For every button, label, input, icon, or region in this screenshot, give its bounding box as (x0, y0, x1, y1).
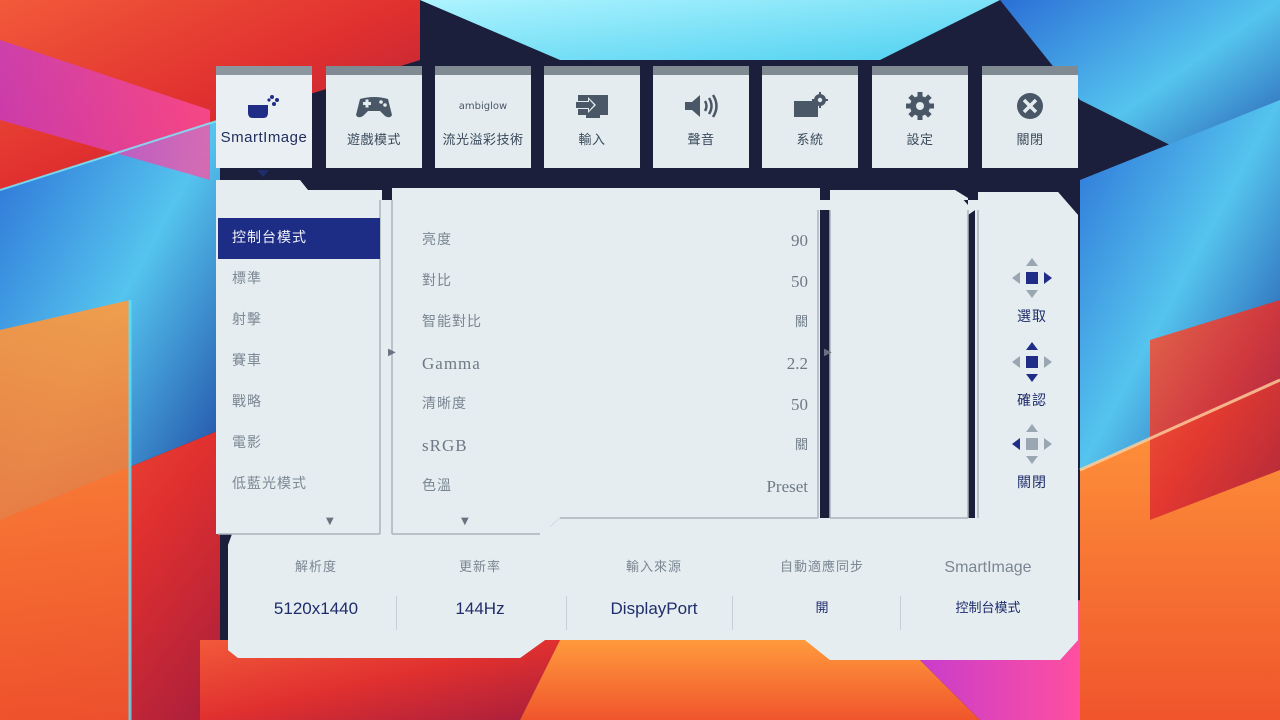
dpad-select-icon (1012, 258, 1052, 298)
info-value: 控制台模式 (955, 601, 1021, 616)
active-tab-indicator (257, 170, 269, 177)
system-icon (790, 89, 830, 123)
info-refresh-rate: 更新率 144Hz (396, 548, 564, 630)
setting-value: 2.2 (786, 354, 808, 373)
nav-confirm: 確認 (1002, 340, 1062, 410)
mode-item-standard[interactable]: 標準 (218, 259, 380, 300)
ambiglow-icon: ambiglow (448, 89, 518, 123)
nav-select-label: 選取 (1017, 309, 1047, 325)
mode-item-movie[interactable]: 電影 (218, 423, 380, 464)
setting-value: 90 (791, 231, 808, 250)
smartimage-icon (244, 89, 284, 123)
info-value: 開 (815, 601, 829, 616)
tab-label: SmartImage (220, 129, 308, 146)
gamepad-icon (354, 89, 394, 123)
info-label: 輸入來源 (625, 560, 682, 575)
mid-list-scroll-down-icon[interactable]: ▼ (461, 516, 469, 527)
info-label: 解析度 (294, 560, 337, 575)
mode-item-lowblue[interactable]: 低藍光模式 (218, 464, 380, 505)
setting-label: 亮度 (422, 232, 452, 248)
setting-label: 智能對比 (422, 314, 482, 330)
setting-row-srgb[interactable]: sRGB 關 (408, 425, 808, 466)
mid-to-right-arrow-icon: ▶ (824, 347, 832, 358)
tab-close[interactable]: 關閉 (982, 66, 1078, 168)
setting-label: 色溫 (422, 478, 452, 494)
smartimage-mode-list: 控制台模式 標準 射擊 賽車 戰略 電影 低藍光模式 (218, 218, 380, 534)
info-adaptive-sync: 自動適應同步 開 (738, 548, 906, 630)
setting-label: Gamma (422, 354, 481, 373)
info-divider (900, 596, 901, 630)
tab-smartimage[interactable]: SmartImage (216, 66, 312, 168)
nav-close-label: 關閉 (1017, 475, 1047, 491)
tab-system[interactable]: 系統 (762, 66, 858, 168)
info-value: DisplayPort (610, 599, 698, 618)
setting-label: 對比 (422, 273, 452, 289)
setting-value: Preset (766, 477, 808, 496)
picture-settings-list: 亮度 90 對比 50 智能對比 關 Gamma 2.2 清晰度 50 sRGB… (408, 220, 808, 507)
tab-game-mode[interactable]: 遊戲模式 (326, 66, 422, 168)
dpad-confirm-icon (1012, 342, 1052, 382)
setting-label: 清晰度 (422, 396, 467, 412)
info-resolution: 解析度 5120x1440 (232, 548, 400, 630)
tab-audio[interactable]: 聲音 (653, 66, 749, 168)
tab-input[interactable]: 輸入 (544, 66, 640, 168)
setting-row-contrast[interactable]: 對比 50 (408, 261, 808, 302)
info-label: 更新率 (458, 560, 501, 575)
info-smartimage: SmartImage 控制台模式 (904, 548, 1072, 630)
tab-label: 設定 (906, 133, 934, 148)
left-to-mid-arrow-icon: ▶ (388, 347, 396, 358)
mode-item-fps[interactable]: 射擊 (218, 300, 380, 341)
info-divider (566, 596, 567, 630)
mode-item-rts[interactable]: 戰略 (218, 382, 380, 423)
speaker-icon (681, 89, 721, 123)
tab-settings[interactable]: 設定 (872, 66, 968, 168)
tab-label: 遊戲模式 (346, 133, 401, 148)
setting-value: 關 (794, 315, 808, 330)
info-input-source: 輸入來源 DisplayPort (570, 548, 738, 630)
setting-row-smart-contrast[interactable]: 智能對比 關 (408, 302, 808, 343)
setting-row-gamma[interactable]: Gamma 2.2 (408, 343, 808, 384)
mode-item-console[interactable]: 控制台模式 (218, 218, 380, 259)
dpad-close-icon (1012, 424, 1052, 464)
setting-row-brightness[interactable]: 亮度 90 (408, 220, 808, 261)
setting-value: 關 (794, 438, 808, 453)
setting-value: 50 (791, 272, 808, 291)
setting-row-sharpness[interactable]: 清晰度 50 (408, 384, 808, 425)
info-value: 5120x1440 (273, 599, 359, 618)
ambiglow-logo: ambiglow (458, 100, 508, 112)
tab-label: 關閉 (1016, 133, 1044, 148)
tab-ambiglow[interactable]: ambiglow 流光溢彩技術 (435, 66, 531, 168)
tab-label: 流光溢彩技術 (442, 133, 524, 148)
left-list-scroll-down-icon[interactable]: ▼ (326, 516, 334, 527)
tab-label: 聲音 (687, 133, 715, 148)
close-icon (1010, 89, 1050, 123)
tab-label: 輸入 (578, 133, 606, 148)
tab-label: 系統 (796, 133, 824, 148)
setting-label: sRGB (422, 436, 468, 455)
osd-tab-bar: SmartImage 遊戲模式 ambiglow 流光溢彩技術 輸入 聲音 系統… (216, 66, 1078, 168)
nav-confirm-label: 確認 (1017, 393, 1047, 409)
mode-item-racing[interactable]: 賽車 (218, 341, 380, 382)
info-value: 144Hz (455, 599, 505, 618)
setting-row-color-temp[interactable]: 色溫 Preset (408, 466, 808, 507)
status-info-bar: 解析度 5120x1440 更新率 144Hz 輸入來源 DisplayPort… (232, 548, 1072, 638)
nav-select: 選取 (1002, 256, 1062, 326)
info-label: SmartImage (944, 559, 1032, 576)
gear-icon (900, 89, 940, 123)
info-divider (732, 596, 733, 630)
nav-close: 關閉 (1002, 422, 1062, 492)
setting-value: 50 (791, 395, 808, 414)
info-label: 自動適應同步 (779, 560, 864, 575)
input-icon (572, 89, 612, 123)
